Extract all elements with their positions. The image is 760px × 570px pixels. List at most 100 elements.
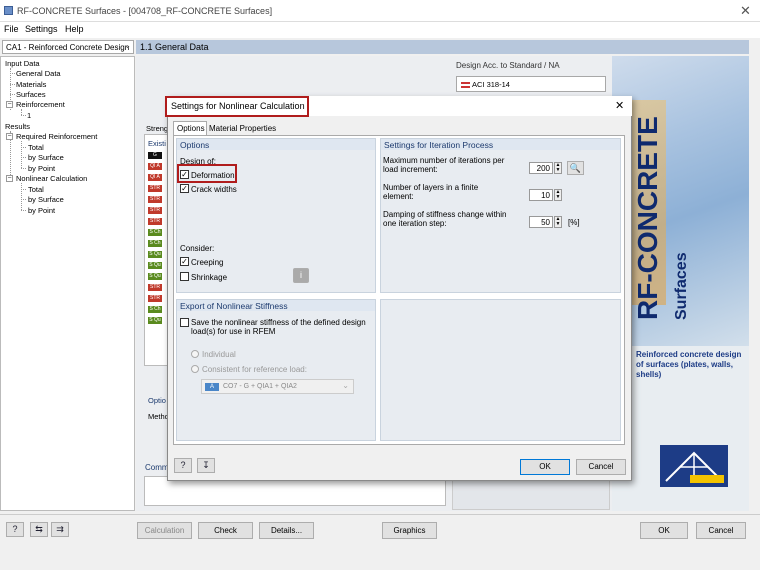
load-tag: STR: [148, 185, 162, 192]
strength-tab[interactable]: Streng: [146, 124, 168, 133]
max-iterations-spinner[interactable]: ▲ ▼: [554, 162, 562, 174]
damping-input[interactable]: 50: [529, 216, 553, 228]
collapse-icon[interactable]: −: [6, 133, 13, 140]
load-tag: STR: [148, 218, 162, 225]
load-badge: A: [205, 383, 219, 391]
highlight-deformation: [177, 164, 237, 183]
load-tag: S Qu: [148, 317, 162, 324]
help-icon[interactable]: ?: [6, 522, 24, 537]
consistent-radio[interactable]: [191, 365, 199, 373]
crack-widths-checkbox[interactable]: ✓: [180, 184, 189, 193]
save-stiffness-checkbox[interactable]: [180, 318, 189, 327]
dialog-ok-button[interactable]: OK: [520, 459, 570, 475]
load-tag: QI A: [148, 163, 162, 170]
tree-surfaces[interactable]: Surfaces: [16, 90, 46, 99]
shrinkage-label: Shrinkage: [191, 273, 228, 282]
layers-input[interactable]: 10: [529, 189, 553, 201]
layers-label: Number of layers in a finite element:: [383, 183, 479, 201]
tree-nonlinear-calculation[interactable]: Nonlinear Calculation: [16, 174, 87, 183]
load-tag: S Qu: [148, 251, 162, 258]
creeping-checkbox[interactable]: ✓: [180, 257, 189, 266]
app-icon: [4, 6, 13, 15]
damping-unit: [%]: [568, 218, 580, 227]
check-button[interactable]: Check: [198, 522, 253, 539]
title-bar: RF-CONCRETE Surfaces - [004708_RF-CONCRE…: [0, 0, 760, 22]
tree-input-data[interactable]: Input Data: [5, 59, 40, 68]
window-title: RF-CONCRETE Surfaces - [004708_RF-CONCRE…: [17, 6, 273, 16]
tab-material-properties[interactable]: Material Properties: [209, 124, 276, 133]
graphics-button[interactable]: Graphics: [382, 522, 437, 539]
consider-label: Consider:: [180, 244, 215, 253]
standard-label: Design Acc. to Standard / NA: [456, 61, 560, 70]
brand-description: Reinforced concrete design of surfaces (…: [636, 350, 742, 379]
info-icon[interactable]: i: [293, 268, 309, 283]
crack-widths-label: Crack widths: [191, 185, 237, 194]
individual-radio[interactable]: [191, 350, 199, 358]
menu-bar: File Settings Help: [0, 22, 760, 38]
search-icon[interactable]: 🔍: [567, 161, 584, 175]
save-stiffness-label: Save the nonlinear stiffness of the defi…: [191, 318, 366, 336]
import-icon[interactable]: ⇆: [30, 522, 48, 537]
load-tag: STR: [148, 284, 162, 291]
tree-reinforcement-1[interactable]: 1: [27, 111, 31, 120]
individual-label: Individual: [202, 350, 236, 359]
details-button[interactable]: Details...: [259, 522, 314, 539]
tree-nl-by-point[interactable]: by Point: [28, 206, 55, 215]
tree-total[interactable]: Total: [28, 143, 44, 152]
damping-label: Damping of stiffness change within one i…: [383, 210, 507, 228]
brand-title: RF-CONCRETE: [632, 116, 663, 320]
ok-button[interactable]: OK: [640, 522, 688, 539]
tree-general-data[interactable]: General Data: [16, 69, 61, 78]
comment-label: Comm: [145, 463, 169, 472]
chevron-down-icon: ⌄: [342, 381, 349, 390]
tree-by-point[interactable]: by Point: [28, 164, 55, 173]
dialog-cancel-button[interactable]: Cancel: [576, 459, 626, 475]
load-tag: STR: [148, 196, 162, 203]
load-tag: S Ch: [148, 229, 162, 236]
brand-subtitle: Surfaces: [673, 252, 690, 320]
dialog-close-icon[interactable]: ✕: [615, 99, 624, 112]
page-title: 1.1 General Data: [136, 40, 749, 54]
max-iterations-input[interactable]: 200: [529, 162, 553, 174]
damping-spinner[interactable]: ▲ ▼: [554, 216, 562, 228]
brand-logo: [660, 445, 728, 487]
defaults-icon[interactable]: ↧: [197, 458, 215, 473]
tree-nl-total[interactable]: Total: [28, 185, 44, 194]
options-label: Optio: [148, 396, 166, 405]
layers-spinner[interactable]: ▲ ▼: [554, 189, 562, 201]
menu-file[interactable]: File: [4, 24, 19, 34]
navigator-tree: Input Data General Data Materials Surfac…: [0, 56, 135, 511]
case-select-value: CA1 - Reinforced Concrete Design: [6, 43, 130, 52]
case-select[interactable]: CA1 - Reinforced Concrete Design ⌄: [2, 40, 134, 54]
options-header: Options: [177, 139, 375, 150]
menu-help[interactable]: Help: [65, 24, 84, 34]
tree-materials[interactable]: Materials: [16, 80, 46, 89]
tree-by-surface[interactable]: by Surface: [28, 153, 64, 162]
load-tag: G: [148, 152, 162, 159]
reference-load-select[interactable]: A CO7 - G + QIA1 + QIA2 ⌄: [201, 379, 354, 394]
load-tag: S Ch: [148, 240, 162, 247]
standard-select[interactable]: ACI 318-14: [456, 76, 606, 92]
highlight-title: [165, 96, 309, 117]
tree-reinforcement[interactable]: Reinforcement: [16, 100, 65, 109]
help-icon[interactable]: ?: [174, 458, 192, 473]
creeping-label: Creeping: [191, 258, 224, 267]
menu-settings[interactable]: Settings: [25, 24, 58, 34]
tree-required-reinforcement[interactable]: Required Reinforcement: [16, 132, 97, 141]
collapse-icon[interactable]: −: [6, 175, 13, 182]
close-window-button[interactable]: ✕: [740, 3, 751, 19]
collapse-icon[interactable]: −: [6, 101, 13, 108]
cancel-button[interactable]: Cancel: [696, 522, 746, 539]
max-iterations-label: Maximum number of iterations per load in…: [383, 156, 505, 174]
load-tag: STR: [148, 295, 162, 302]
tree-results[interactable]: Results: [5, 122, 30, 131]
load-tag: S Ch: [148, 306, 162, 313]
tab-options-label: Options: [177, 124, 205, 133]
us-flag-icon: [461, 82, 470, 89]
calculation-button[interactable]: Calculation: [137, 522, 192, 539]
consistent-label: Consistent for reference load:: [202, 365, 307, 374]
shrinkage-checkbox[interactable]: [180, 272, 189, 281]
load-tag: STR: [148, 207, 162, 214]
export-icon[interactable]: ⇉: [51, 522, 69, 537]
tree-nl-by-surface[interactable]: by Surface: [28, 195, 64, 204]
